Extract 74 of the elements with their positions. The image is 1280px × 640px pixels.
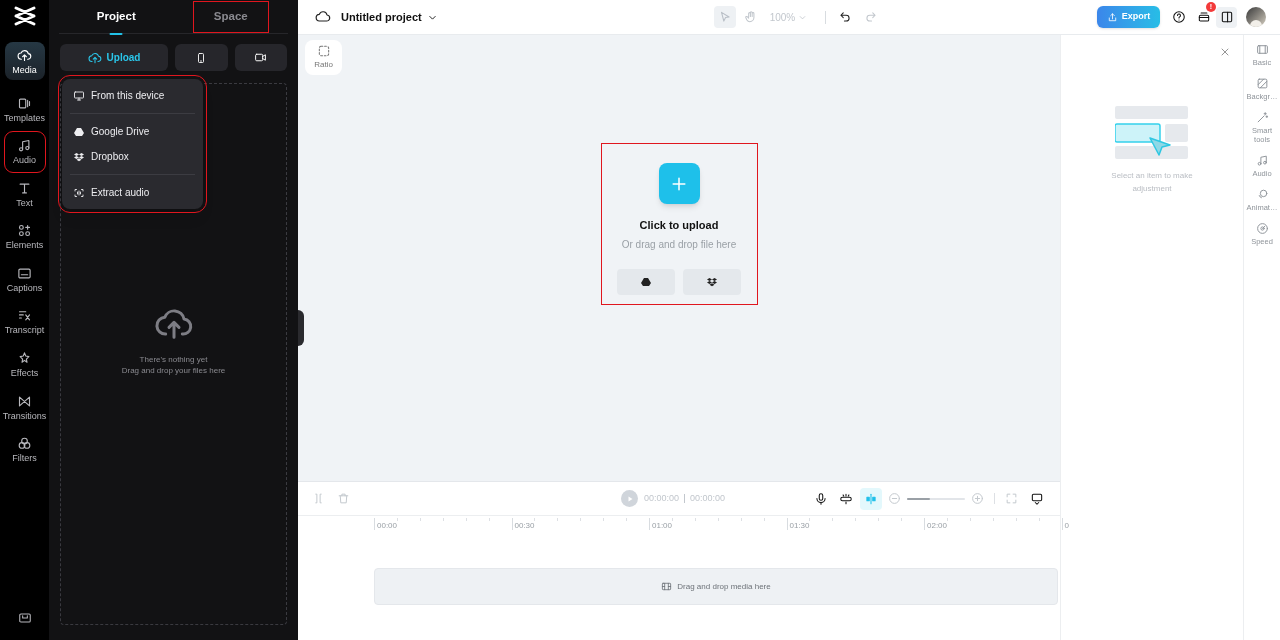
microphone-icon[interactable] (814, 491, 829, 506)
logo-icon[interactable] (12, 4, 37, 28)
monitor-icon (73, 89, 85, 102)
film-icon (661, 581, 673, 592)
menu-item[interactable]: Extract audio (66, 180, 199, 205)
media-drop-zone[interactable]: Drag and drop media here (374, 568, 1058, 605)
camera-icon (254, 51, 268, 64)
sidebar-item[interactable]: Transcript (4, 301, 45, 342)
time-label: 01:00 (652, 520, 673, 532)
tab[interactable]: Project (80, 1, 152, 32)
upload-area[interactable]: Click to upload Or drag and drop file here (601, 144, 757, 304)
cloud-upload-icon (17, 47, 32, 63)
tab-indicator (109, 32, 123, 35)
elements-icon (17, 223, 32, 239)
sidebar-item[interactable]: Captions (4, 259, 45, 300)
gauge-icon (1255, 222, 1269, 235)
sidebar-item[interactable]: Effects (4, 344, 45, 385)
time-label: 02:00 (927, 520, 948, 532)
text-icon (17, 180, 32, 196)
time-label: 01:30 (789, 520, 810, 532)
split-panel-icon (1219, 10, 1234, 24)
undo-icon[interactable] (838, 10, 853, 24)
share-icon (1106, 11, 1118, 23)
camera-button[interactable] (234, 44, 287, 71)
ratio-button[interactable]: Ratio (305, 40, 342, 75)
dropbox-button[interactable] (683, 268, 741, 295)
menu-item[interactable]: Google Drive (66, 119, 199, 144)
music-note-icon (17, 138, 32, 154)
templates-icon (17, 95, 32, 111)
menu-item[interactable]: From this device (66, 83, 199, 108)
snap-icon (864, 491, 879, 506)
magic-wand-icon (1255, 111, 1269, 124)
upload-button[interactable]: Upload (60, 44, 168, 71)
sidebar-item[interactable]: Text (4, 174, 45, 215)
upload-title: Click to upload (639, 218, 719, 233)
empty-subtitle: Drag and drop your files here (121, 365, 226, 376)
time-label: 0 (1064, 520, 1069, 532)
upload-subtitle: Or drag and drop file here (621, 237, 737, 252)
music-note-icon (1255, 154, 1269, 167)
sidebar-item[interactable]: Filters (4, 429, 45, 470)
transcript-icon (17, 308, 32, 324)
empty-title: There's nothing yet (139, 354, 208, 365)
box-stack-icon (73, 150, 85, 163)
hatched-square-icon (1255, 77, 1269, 90)
audio-extract-icon (73, 186, 85, 199)
drive-button[interactable] (617, 268, 675, 295)
collapse-handle[interactable] (298, 310, 304, 346)
phone-button[interactable] (175, 44, 228, 71)
keyboard-icon[interactable] (17, 611, 32, 625)
bowtie-icon (17, 393, 32, 409)
tab[interactable]: Space (193, 1, 268, 32)
menu-item[interactable]: Dropbox (66, 144, 199, 169)
cloud-icon[interactable] (315, 9, 331, 25)
ratio-icon (316, 44, 331, 58)
avatar[interactable] (1246, 7, 1266, 27)
layers-icon[interactable] (1197, 10, 1211, 24)
sidebar-item[interactable]: Transitions (4, 387, 45, 428)
circles-icon (17, 436, 32, 452)
project-title[interactable]: Untitled project (341, 8, 422, 26)
sidebar-item[interactable]: Media (4, 42, 45, 80)
sidebar-item[interactable]: Audio (4, 131, 45, 172)
cloud-upload-icon (87, 50, 102, 65)
help-icon[interactable] (1172, 10, 1186, 24)
zoom-slider[interactable] (907, 497, 966, 500)
time-label: 00:30 (514, 520, 535, 532)
film-icon (1255, 43, 1269, 56)
sidebar-item[interactable]: Templates (4, 89, 45, 129)
box-stack-icon (706, 275, 718, 288)
captions-icon (17, 265, 32, 281)
sidebar-item[interactable]: Elements (4, 216, 45, 257)
panel-toggle-button[interactable] (1216, 6, 1237, 28)
screen-icon[interactable] (1030, 491, 1045, 506)
close-icon[interactable] (1219, 46, 1231, 58)
time-label: 00:00 (377, 520, 398, 532)
